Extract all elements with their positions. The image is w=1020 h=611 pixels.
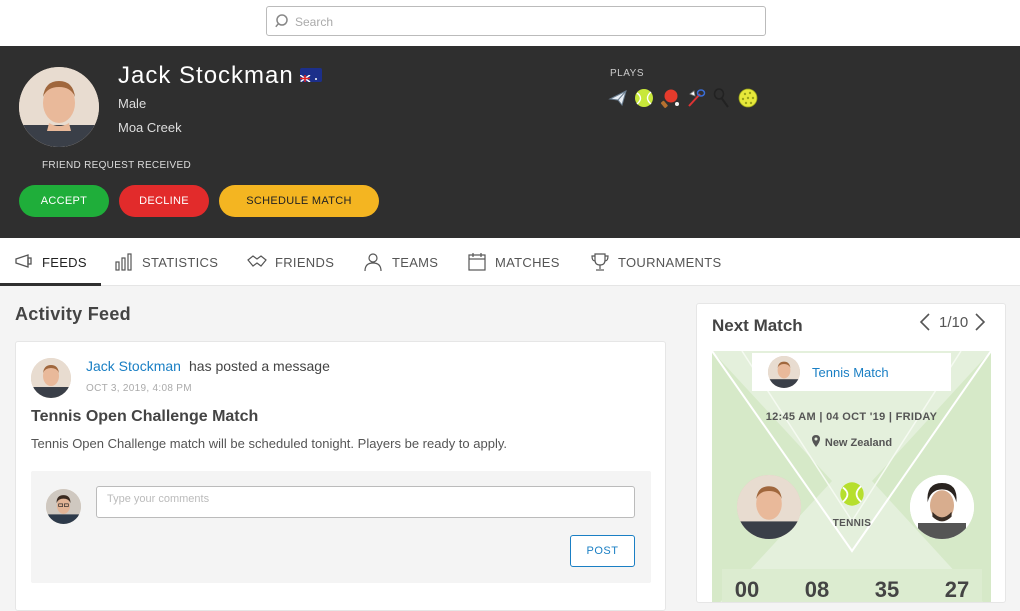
next-match-title: Next Match [712, 316, 803, 335]
search-input[interactable] [295, 11, 755, 33]
profile-location: Moa Creek [118, 120, 182, 135]
post-author-link[interactable]: Jack Stockman [86, 358, 181, 374]
badminton-icon [688, 89, 706, 107]
handshake-icon [247, 255, 267, 267]
statistics-icon [115, 253, 132, 271]
post-author-avatar[interactable] [31, 358, 71, 398]
tab-feeds[interactable]: FEEDS [0, 238, 101, 286]
tab-label: MATCHES [495, 254, 560, 270]
schedule-match-button[interactable]: SCHEDULE MATCH [219, 185, 379, 217]
next-match-panel: Next Match 1/10 Tennis Match 12:45 AM | … [696, 303, 1006, 603]
friend-request-status: FRIEND REQUEST RECEIVED [42, 160, 191, 171]
ping-pong-icon [660, 89, 679, 108]
comment-input[interactable] [96, 486, 635, 518]
tab-label: STATISTICS [142, 254, 219, 270]
tab-tournaments[interactable]: TOURNAMENTS [590, 238, 721, 286]
tab-friends[interactable]: FRIENDS [247, 238, 334, 286]
activity-feed-title: Activity Feed [15, 304, 131, 324]
player-2-avatar[interactable] [910, 475, 974, 539]
countdown-seconds: 27 [944, 577, 970, 602]
post-action-text: has posted a message [189, 358, 330, 374]
tennis-ball-icon [635, 89, 653, 107]
team-icon [364, 253, 382, 272]
chevron-right-icon[interactable] [974, 312, 988, 332]
top-bar [0, 0, 1020, 46]
pickleball-icon [738, 88, 758, 108]
profile-avatar [19, 67, 99, 147]
search-icon [275, 14, 288, 28]
chevron-left-icon[interactable] [919, 312, 933, 332]
countdown-minutes: 35 [874, 577, 900, 602]
location-pin-icon [811, 435, 820, 447]
tab-label: TOURNAMENTS [618, 254, 722, 270]
match-header: Tennis Match [752, 353, 951, 391]
decline-button[interactable]: DECLINE [119, 185, 209, 217]
commenter-avatar [46, 489, 81, 524]
post-comment-button[interactable]: POST [570, 535, 635, 567]
paper-plane-icon [608, 90, 627, 107]
post-title: Tennis Open Challenge Match [31, 408, 259, 425]
match-card[interactable]: Tennis Match 12:45 AM | 04 OCT '19 | FRI… [712, 351, 991, 602]
match-sport-label: TENNIS [832, 518, 872, 529]
australia-flag-icon [299, 67, 322, 82]
tab-label: TEAMS [392, 254, 439, 270]
plays-icons [608, 88, 758, 108]
profile-tabs: FEEDS STATISTICS FRIENDS TEAMS MATCHES T… [0, 238, 1020, 286]
feed-post-card: Jack Stockman has posted a message OCT 3… [15, 341, 666, 611]
search-box[interactable] [266, 6, 766, 36]
tennis-ball-icon [840, 482, 864, 506]
profile-name: Jack Stockman [118, 62, 322, 90]
profile-gender: Male [118, 96, 147, 111]
tab-label: FRIENDS [275, 254, 335, 270]
match-location: New Zealand [712, 435, 991, 449]
match-host-avatar [768, 356, 800, 388]
tab-label: FEEDS [42, 254, 87, 270]
plays-label: PLAYS [610, 68, 644, 79]
next-match-pager: 1/10 [919, 312, 988, 332]
comment-box: POST [31, 471, 651, 583]
match-sport: TENNIS [822, 481, 882, 529]
match-location-text: New Zealand [824, 437, 893, 449]
profile-name-text: Jack Stockman [118, 62, 294, 89]
countdown-days: 00 [734, 577, 760, 602]
post-body: Tennis Open Challenge match will be sche… [31, 436, 507, 451]
countdown-hours: 08 [804, 577, 830, 602]
match-datetime: 12:45 AM | 04 OCT '19 | FRIDAY [765, 411, 938, 423]
profile-header: Jack Stockman Male Moa Creek FRIEND REQU… [0, 46, 1020, 238]
squash-racket-icon [713, 88, 729, 108]
post-date: OCT 3, 2019, 4:08 PM [86, 383, 192, 394]
accept-button[interactable]: ACCEPT [19, 185, 109, 217]
tab-teams[interactable]: TEAMS [362, 238, 438, 286]
player-1-avatar[interactable] [737, 475, 801, 539]
trophy-icon [591, 253, 609, 271]
match-countdown: 00 08 35 27 [722, 569, 982, 602]
calendar-icon [468, 253, 486, 271]
match-title-link[interactable]: Tennis Match [812, 365, 889, 380]
tab-statistics[interactable]: STATISTICS [114, 238, 218, 286]
pager-text: 1/10 [939, 313, 969, 331]
tab-matches[interactable]: MATCHES [467, 238, 560, 286]
feed-icon [15, 254, 32, 268]
